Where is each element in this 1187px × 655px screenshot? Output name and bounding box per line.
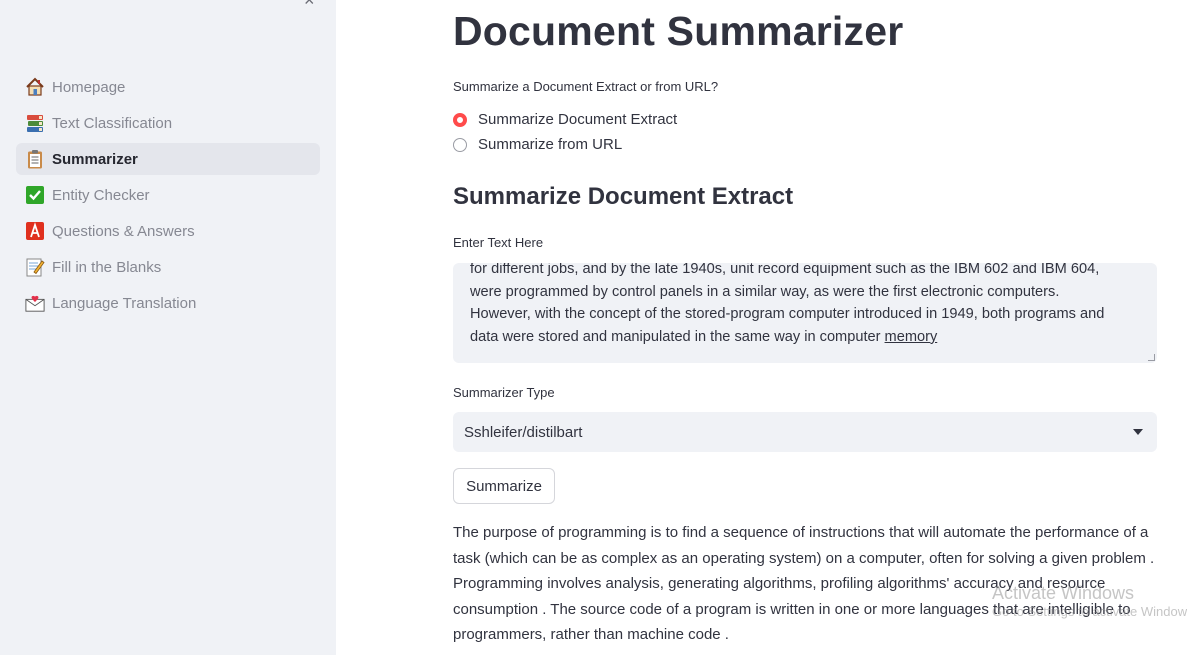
resize-handle-icon[interactable] <box>1148 354 1155 361</box>
sidebar-item-label: Language Translation <box>52 294 197 312</box>
sidebar-item-summarizer[interactable]: Summarizer <box>16 143 320 175</box>
summarize-button[interactable]: Summarize <box>453 468 555 504</box>
radio-label: Summarize Document Extract <box>478 111 678 128</box>
radio-unchecked-icon <box>453 137 467 152</box>
clipboard-icon <box>25 149 45 169</box>
radio-checked-icon <box>453 112 467 127</box>
envelope-heart-icon <box>25 293 45 313</box>
text-input-area[interactable]: for different jobs, and by the late 1940… <box>453 263 1157 363</box>
close-sidebar-icon[interactable]: × <box>304 0 315 9</box>
sidebar-nav: Homepage Text Classification Summarizer … <box>16 71 320 323</box>
summarizer-type-label: Summarizer Type <box>453 385 555 400</box>
sidebar-item-language-translation[interactable]: Language Translation <box>16 287 320 319</box>
sidebar-item-text-classification[interactable]: Text Classification <box>16 107 320 139</box>
page-title: Document Summarizer <box>453 8 904 54</box>
sidebar-item-fill-in-the-blanks[interactable]: Fill in the Blanks <box>16 251 320 283</box>
text-input-label: Enter Text Here <box>453 235 544 250</box>
house-icon <box>25 77 45 97</box>
radio-label: Summarize from URL <box>478 136 623 153</box>
text-line: However, with the concept of the stored-… <box>470 306 1105 323</box>
radio-summarize-document-extract[interactable]: Summarize Document Extract <box>453 111 677 128</box>
memo-icon <box>25 257 45 277</box>
watermark-title: Activate Windows <box>992 583 1135 603</box>
chevron-down-icon <box>1133 429 1143 435</box>
select-value: Sshleifer/distilbart <box>464 423 583 441</box>
sidebar-item-label: Entity Checker <box>52 186 150 204</box>
text-line: data were stored and manipulated in the … <box>470 328 885 345</box>
text-line: for different jobs, and by the late 1940… <box>470 263 1100 277</box>
sidebar-item-label: Summarizer <box>52 150 138 168</box>
sidebar: × Homepage Text Classification Summarize… <box>0 0 336 655</box>
memory-link[interactable]: memory <box>885 329 938 345</box>
activate-windows-watermark: Activate Windows Go to Settings to activ… <box>992 582 1187 620</box>
mode-question-label: Summarize a Document Extract or from URL… <box>453 79 719 94</box>
sidebar-item-label: Fill in the Blanks <box>52 258 162 276</box>
books-icon <box>25 113 45 133</box>
sidebar-item-label: Homepage <box>52 78 126 96</box>
sidebar-item-label: Questions & Answers <box>52 222 195 240</box>
summarizer-type-select[interactable]: Sshleifer/distilbart <box>453 412 1157 452</box>
sidebar-item-questions-answers[interactable]: Questions & Answers <box>16 215 320 247</box>
sidebar-item-label: Text Classification <box>52 114 173 132</box>
a-button-icon <box>25 221 45 241</box>
sidebar-item-entity-checker[interactable]: Entity Checker <box>16 179 320 211</box>
text-line-last: data were stored and manipulated in the … <box>470 326 1141 349</box>
radio-summarize-from-url[interactable]: Summarize from URL <box>453 136 622 153</box>
section-title: Summarize Document Extract <box>453 183 794 210</box>
check-mark-icon <box>25 185 45 205</box>
watermark-subtitle: Go to Settings to activate Windows. <box>992 604 1187 619</box>
sidebar-item-homepage[interactable]: Homepage <box>16 71 320 103</box>
text-line: were programmed by control panels in a s… <box>470 283 1060 300</box>
